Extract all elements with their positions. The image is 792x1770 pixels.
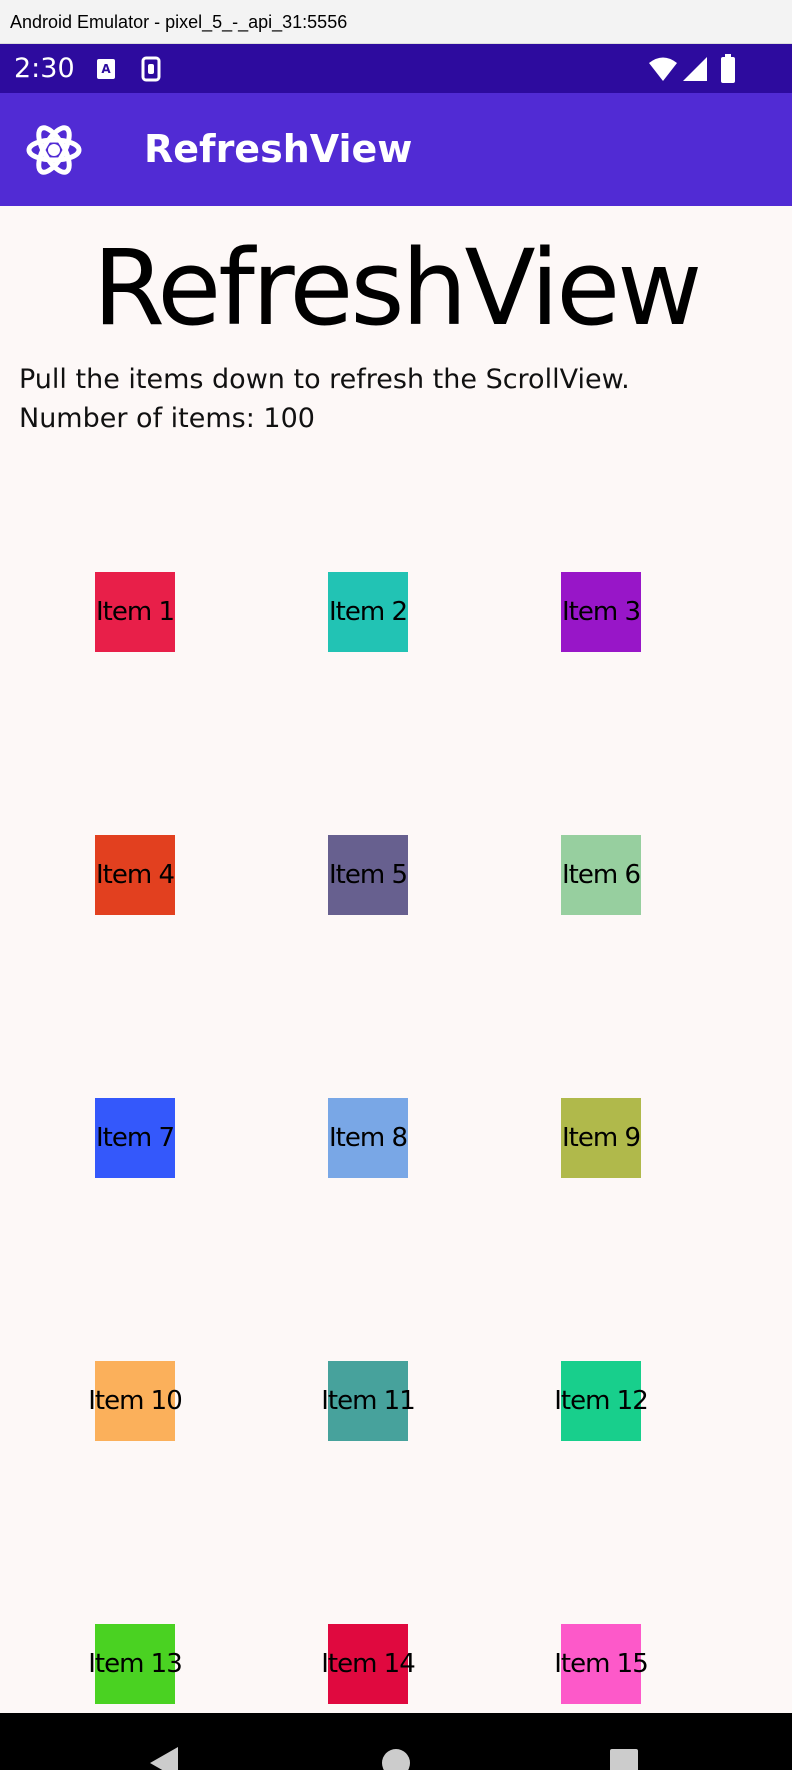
items-grid: Item 1 Item 2 Item 3 Item 4 Item 5 Item 6 Item…: [0, 206, 792, 1713]
grid-item[interactable]: Item 14: [321, 1624, 416, 1704]
grid-item[interactable]: Item 13: [88, 1624, 183, 1704]
grid-item-label: Item 8: [329, 1123, 408, 1153]
grid-item-label: Item 14: [321, 1649, 416, 1679]
status-bar: 2:30 A: [0, 44, 792, 93]
grid-item-label: Item 15: [554, 1649, 649, 1679]
grid-item-label: Item 11: [321, 1386, 416, 1416]
grid-item[interactable]: Item 5: [328, 835, 408, 915]
grid-item-label: Item 7: [96, 1123, 175, 1153]
grid-item-label: Item 6: [562, 860, 641, 890]
grid-item-label: Item 12: [554, 1386, 649, 1416]
grid-item[interactable]: Item 8: [328, 1098, 408, 1178]
grid-item[interactable]: Item 15: [554, 1624, 649, 1704]
app-bar: RefreshView: [0, 93, 792, 206]
navigation-bar: [0, 1713, 792, 1770]
grid-item[interactable]: Item 6: [561, 835, 641, 915]
device-screen: 2:30 A RefreshView RefreshView Pull the …: [0, 44, 792, 1770]
refresh-view[interactable]: RefreshView Pull the items down to refre…: [0, 206, 792, 1713]
grid-item-label: Item 2: [329, 597, 408, 627]
home-icon[interactable]: [380, 1747, 412, 1770]
app-title: RefreshView: [144, 127, 413, 171]
text-a-icon: A: [96, 58, 116, 84]
grid-item-label: Item 4: [96, 860, 175, 890]
grid-item-label: Item 13: [88, 1649, 183, 1679]
signal-icon: [682, 56, 708, 86]
grid-item-label: Item 5: [329, 860, 408, 890]
grid-item-label: Item 3: [562, 597, 641, 627]
status-time: 2:30: [14, 53, 75, 84]
grid-item[interactable]: Item 1: [95, 572, 175, 652]
dotnet-bot-atom-icon[interactable]: [26, 122, 82, 178]
grid-item[interactable]: Item 11: [321, 1361, 416, 1441]
grid-item[interactable]: Item 9: [561, 1098, 641, 1178]
grid-item-label: Item 9: [562, 1123, 641, 1153]
battery-icon: [720, 54, 736, 88]
sim-icon: [140, 56, 162, 86]
grid-item[interactable]: Item 4: [95, 835, 175, 915]
window-title-bar: Android Emulator - pixel_5_-_api_31:5556: [0, 0, 792, 44]
grid-item[interactable]: Item 2: [328, 572, 408, 652]
grid-item[interactable]: Item 10: [88, 1361, 183, 1441]
grid-item-label: Item 10: [88, 1386, 183, 1416]
grid-item[interactable]: Item 12: [554, 1361, 649, 1441]
recents-icon[interactable]: [608, 1747, 640, 1770]
svg-text:A: A: [101, 62, 111, 76]
wifi-icon: [648, 56, 678, 86]
window-title: Android Emulator - pixel_5_-_api_31:5556: [10, 12, 348, 32]
grid-item[interactable]: Item 3: [561, 572, 641, 652]
back-icon[interactable]: [148, 1745, 180, 1770]
grid-item-label: Item 1: [96, 597, 175, 627]
grid-item[interactable]: Item 7: [95, 1098, 175, 1178]
